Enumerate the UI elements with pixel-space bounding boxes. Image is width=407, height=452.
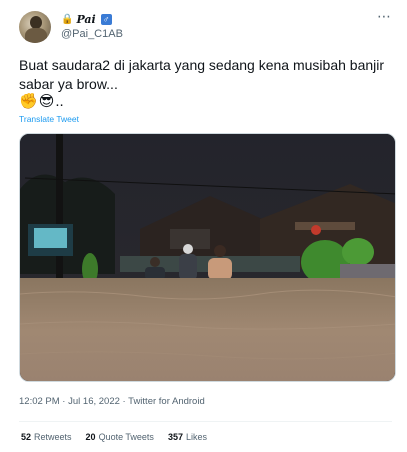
meta-separator: ·	[119, 396, 129, 407]
likes-count: 357	[167, 432, 183, 442]
user-handle[interactable]: @Pai_C1AB	[61, 28, 123, 40]
retweets-stat[interactable]: 52 Retweets	[21, 432, 72, 442]
male-sign-icon: ♂	[100, 14, 112, 25]
quotes-label: Quote Tweets	[98, 432, 154, 442]
translate-tweet-link[interactable]: Translate Tweet	[19, 114, 79, 124]
tweet-emoji-line: ✊ 😎 ..	[19, 92, 64, 111]
more-options-icon[interactable]: ⋯	[377, 9, 392, 23]
lock-icon: 🔒	[61, 14, 74, 25]
user-avatar[interactable]	[19, 11, 51, 43]
tweet-card: 🔒 Pai ♂ @Pai_C1AB ⋯ Buat saudara2 di jak…	[0, 0, 407, 452]
quotes-count: 20	[85, 432, 96, 442]
tweet-time[interactable]: 12:02 PM	[19, 396, 60, 407]
retweets-count: 52	[21, 432, 32, 442]
quote-tweets-stat[interactable]: 20 Quote Tweets	[86, 432, 154, 442]
engagement-stats: 52 Retweets 20 Quote Tweets 357 Likes	[21, 432, 207, 442]
likes-label: Likes	[185, 432, 207, 442]
user-name-row[interactable]: 🔒 Pai ♂	[61, 13, 112, 26]
tweet-date[interactable]: Jul 16, 2022	[68, 396, 120, 407]
divider	[19, 421, 392, 422]
display-name[interactable]: Pai	[76, 13, 95, 26]
sunglasses-face-icon: 😎	[38, 93, 55, 110]
emoji-trailing-dots: ..	[55, 92, 64, 110]
retweets-label: Retweets	[34, 432, 72, 442]
flood-photo-illustration	[20, 134, 395, 381]
meta-separator: ·	[59, 396, 69, 407]
tweet-text: Buat saudara2 di jakarta yang sedang ken…	[19, 57, 385, 92]
likes-stat[interactable]: 357 Likes	[168, 432, 207, 442]
raised-fist-icon: ✊	[19, 93, 38, 110]
tweet-source: Twitter for Android	[128, 396, 205, 407]
tweet-media-photo[interactable]	[19, 133, 396, 382]
avatar-body-shape	[25, 28, 47, 43]
tweet-metadata: 12:02 PM · Jul 16, 2022 · Twitter for An…	[19, 396, 205, 407]
